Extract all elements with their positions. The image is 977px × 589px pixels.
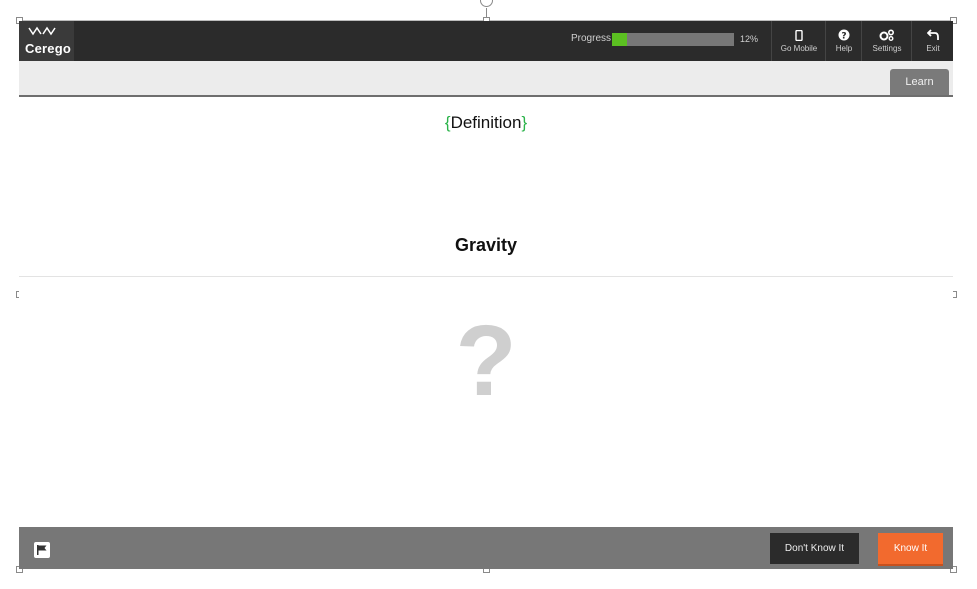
go-mobile-button[interactable]: Go Mobile: [771, 21, 826, 61]
gears-icon: [879, 29, 895, 41]
exit-button[interactable]: Exit: [911, 21, 953, 61]
flag-button[interactable]: [34, 542, 50, 558]
know-it-button[interactable]: Know It: [878, 533, 943, 564]
mode-tab-bar: [19, 61, 953, 97]
exit-arrow-icon: [927, 29, 939, 40]
svg-text:?: ?: [841, 32, 846, 42]
progress-fill: [612, 33, 627, 46]
flag-icon: [37, 545, 47, 555]
definition-label: {Definition}: [19, 113, 953, 133]
progress-label: Progress: [571, 33, 612, 44]
mobile-phone-icon: [795, 29, 803, 41]
logo-wave-icon: [28, 26, 56, 36]
card-divider: [19, 276, 953, 277]
bottom-action-bar: Don't Know It Know It: [19, 527, 953, 569]
help-label: Help: [835, 44, 853, 53]
hidden-answer-question-icon: ?: [455, 305, 517, 417]
term-text: Gravity: [454, 235, 518, 255]
logo-text: Cerego: [25, 41, 71, 56]
definition-text: Definition: [450, 113, 522, 132]
help-button[interactable]: ? Help: [825, 21, 862, 61]
progress-bar: [612, 33, 734, 46]
cerego-logo[interactable]: Cerego: [19, 21, 74, 61]
dont-know-it-button[interactable]: Don't Know It: [770, 533, 859, 564]
top-bar: Cerego Progress 12% Go Mobile ? Help Set…: [19, 21, 953, 61]
rotate-handle[interactable]: [480, 0, 493, 7]
cerego-learn-screen: Cerego Progress 12% Go Mobile ? Help Set…: [19, 21, 953, 569]
brace-close: }: [521, 113, 528, 132]
exit-label: Exit: [926, 44, 940, 53]
help-icon: ?: [838, 29, 850, 41]
settings-label: Settings: [872, 44, 902, 53]
settings-button[interactable]: Settings: [861, 21, 912, 61]
go-mobile-label: Go Mobile: [780, 43, 818, 53]
progress-percent: 12%: [740, 34, 759, 44]
tab-learn[interactable]: Learn: [890, 69, 949, 95]
